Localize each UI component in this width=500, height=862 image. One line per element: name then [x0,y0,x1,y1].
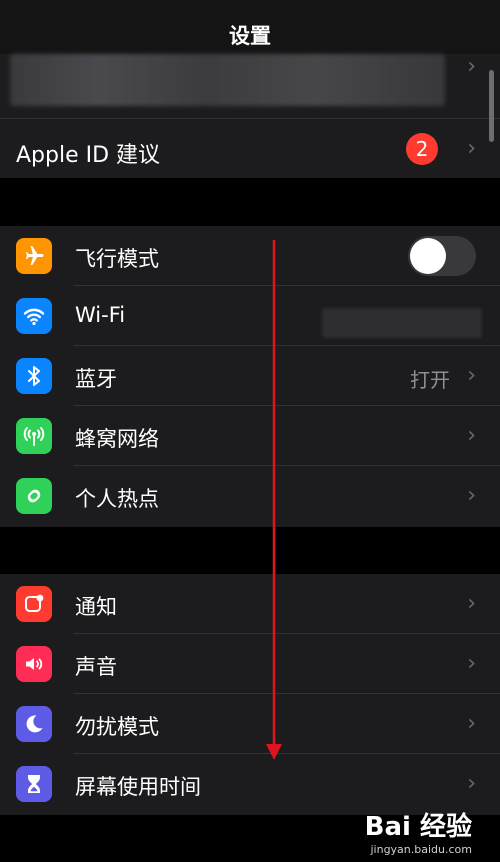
watermark-url: jingyan.baidu.com [370,843,472,856]
scroll-down-arrow-annotation [266,240,282,760]
baidu-jingyan-watermark: Bai 经验 jingyan.baidu.com [365,806,472,856]
watermark-logo: Bai 经验 [364,812,472,842]
